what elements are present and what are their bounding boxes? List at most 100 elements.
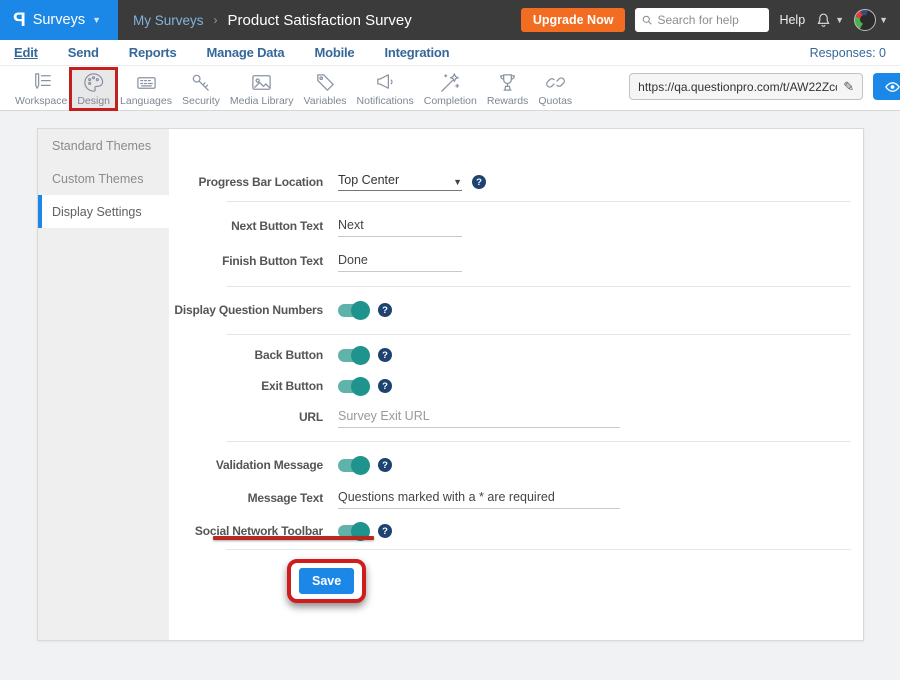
help-icon[interactable]: ? [378,458,392,472]
survey-url-text: https://qa.questionpro.com/t/AW22Zcq2J [638,80,837,94]
sidebar-item-custom-themes[interactable]: Custom Themes [38,162,169,195]
next-button-text-label: Next Button Text [169,219,323,233]
annotation-save-box: Save [287,559,366,603]
toolbar-item-media-library[interactable]: Media Library [225,69,299,109]
search-icon [642,14,652,26]
exit-url-row: URL [169,404,863,430]
product-menu-label: Surveys [33,12,85,28]
security-key-icon [189,71,212,94]
display-question-numbers-label: Display Question Numbers [169,303,323,317]
tab-mobile[interactable]: Mobile [314,45,354,60]
finish-button-text-label: Finish Button Text [169,254,323,268]
exit-button-label: Exit Button [169,379,323,393]
media-library-image-icon [250,71,273,94]
design-settings-card: Standard Themes Custom Themes Display Se… [37,128,864,641]
divider [226,441,851,442]
toolbar-item-rewards[interactable]: Rewards [482,69,533,109]
back-button-toggle[interactable] [338,349,368,362]
next-button-text-input[interactable] [338,216,462,237]
save-button[interactable]: Save [299,568,354,594]
chevron-down-icon: ▼ [453,178,462,187]
workspace-icon [30,71,53,94]
tab-edit[interactable]: Edit [14,45,38,60]
social-network-toolbar-toggle[interactable] [338,525,368,538]
toolbar-label: Workspace [15,95,67,107]
toolbar-item-languages[interactable]: Languages [115,69,177,109]
back-button-row: Back Button ? [169,342,863,368]
tab-manage-data[interactable]: Manage Data [206,45,284,60]
toolbar-label: Languages [120,95,172,107]
notifications-menu[interactable]: ▼ [815,12,844,29]
upgrade-now-button[interactable]: Upgrade Now [521,8,626,32]
account-menu[interactable]: ▼ [854,9,888,31]
chevron-down-icon: ▼ [92,16,101,25]
toolbar-item-design[interactable]: Design [72,69,115,109]
tab-send[interactable]: Send [68,45,99,60]
toolbar-item-variables[interactable]: Variables [299,69,352,109]
help-link[interactable]: Help [779,13,805,27]
quotas-link-icon [544,71,567,94]
toolbar-label: Variables [304,95,347,107]
divider [226,549,851,550]
design-sidebar: Standard Themes Custom Themes Display Se… [38,129,169,640]
toolbar-item-quotas[interactable]: Quotas [533,69,577,109]
divider [226,201,851,202]
help-icon[interactable]: ? [378,303,392,317]
toolbar-label: Rewards [487,95,528,107]
tab-reports[interactable]: Reports [129,45,177,60]
help-icon[interactable]: ? [378,348,392,362]
exit-url-input[interactable] [338,407,620,428]
help-icon[interactable]: ? [378,379,392,393]
toolbar-label: Security [182,95,220,107]
eye-icon [885,81,900,93]
rewards-trophy-icon [496,71,519,94]
help-icon[interactable]: ? [472,175,486,189]
edit-toolbar: Workspace Design Languages Security Medi… [0,66,900,111]
tab-integration[interactable]: Integration [384,45,449,60]
toolbar-item-security[interactable]: Security [177,69,225,109]
exit-url-label: URL [169,410,323,424]
validation-message-label: Validation Message [169,458,323,472]
avatar [854,9,876,31]
progress-bar-location-select[interactable]: Top Center ▼ [338,173,462,191]
next-button-text-row: Next Button Text [169,213,863,239]
surveys-product-menu[interactable]: P Surveys ▼ [0,0,118,40]
toolbar-label: Design [77,95,110,107]
variables-tag-icon [314,71,337,94]
survey-nav-tabs: Edit Send Reports Manage Data Mobile Int… [0,40,900,66]
progress-bar-location-label: Progress Bar Location [169,175,323,189]
search-input[interactable] [657,13,762,27]
notifications-megaphone-icon [374,71,397,94]
help-search-box[interactable] [635,8,769,32]
exit-button-row: Exit Button ? [169,373,863,399]
questionpro-logo-icon: P [13,11,26,30]
survey-url-field[interactable]: https://qa.questionpro.com/t/AW22Zcq2J ✎ [629,73,863,100]
toolbar-item-completion[interactable]: Completion [419,69,482,109]
toolbar-item-workspace[interactable]: Workspace [10,69,72,109]
display-question-numbers-toggle[interactable] [338,304,368,317]
breadcrumb-my-surveys[interactable]: My Surveys [133,13,204,28]
preview-button[interactable]: Preview [873,73,900,100]
breadcrumb-separator-icon: › [214,13,218,27]
chevron-down-icon: ▼ [835,16,844,25]
finish-button-text-input[interactable] [338,251,462,272]
social-network-toolbar-label: Social Network Toolbar [169,524,323,538]
sidebar-item-display-settings[interactable]: Display Settings [38,195,169,228]
toolbar-item-notifications[interactable]: Notifications [352,69,419,109]
edit-url-pencil-icon[interactable]: ✎ [843,79,854,95]
message-text-label: Message Text [169,491,323,505]
questionpro-app: P Surveys ▼ My Surveys › Product Satisfa… [0,0,900,680]
validation-message-toggle[interactable] [338,459,368,472]
toolbar-label: Quotas [538,95,572,107]
finish-button-text-row: Finish Button Text [169,248,863,274]
toolbar-label: Notifications [357,95,414,107]
breadcrumb: My Surveys › Product Satisfaction Survey [133,12,412,29]
top-header: P Surveys ▼ My Surveys › Product Satisfa… [0,0,900,40]
sidebar-item-standard-themes[interactable]: Standard Themes [38,129,169,162]
exit-button-toggle[interactable] [338,380,368,393]
languages-keyboard-icon [135,71,158,94]
toolbar-label: Completion [424,95,477,107]
divider [226,334,851,335]
message-text-input[interactable] [338,488,620,509]
help-icon[interactable]: ? [378,524,392,538]
